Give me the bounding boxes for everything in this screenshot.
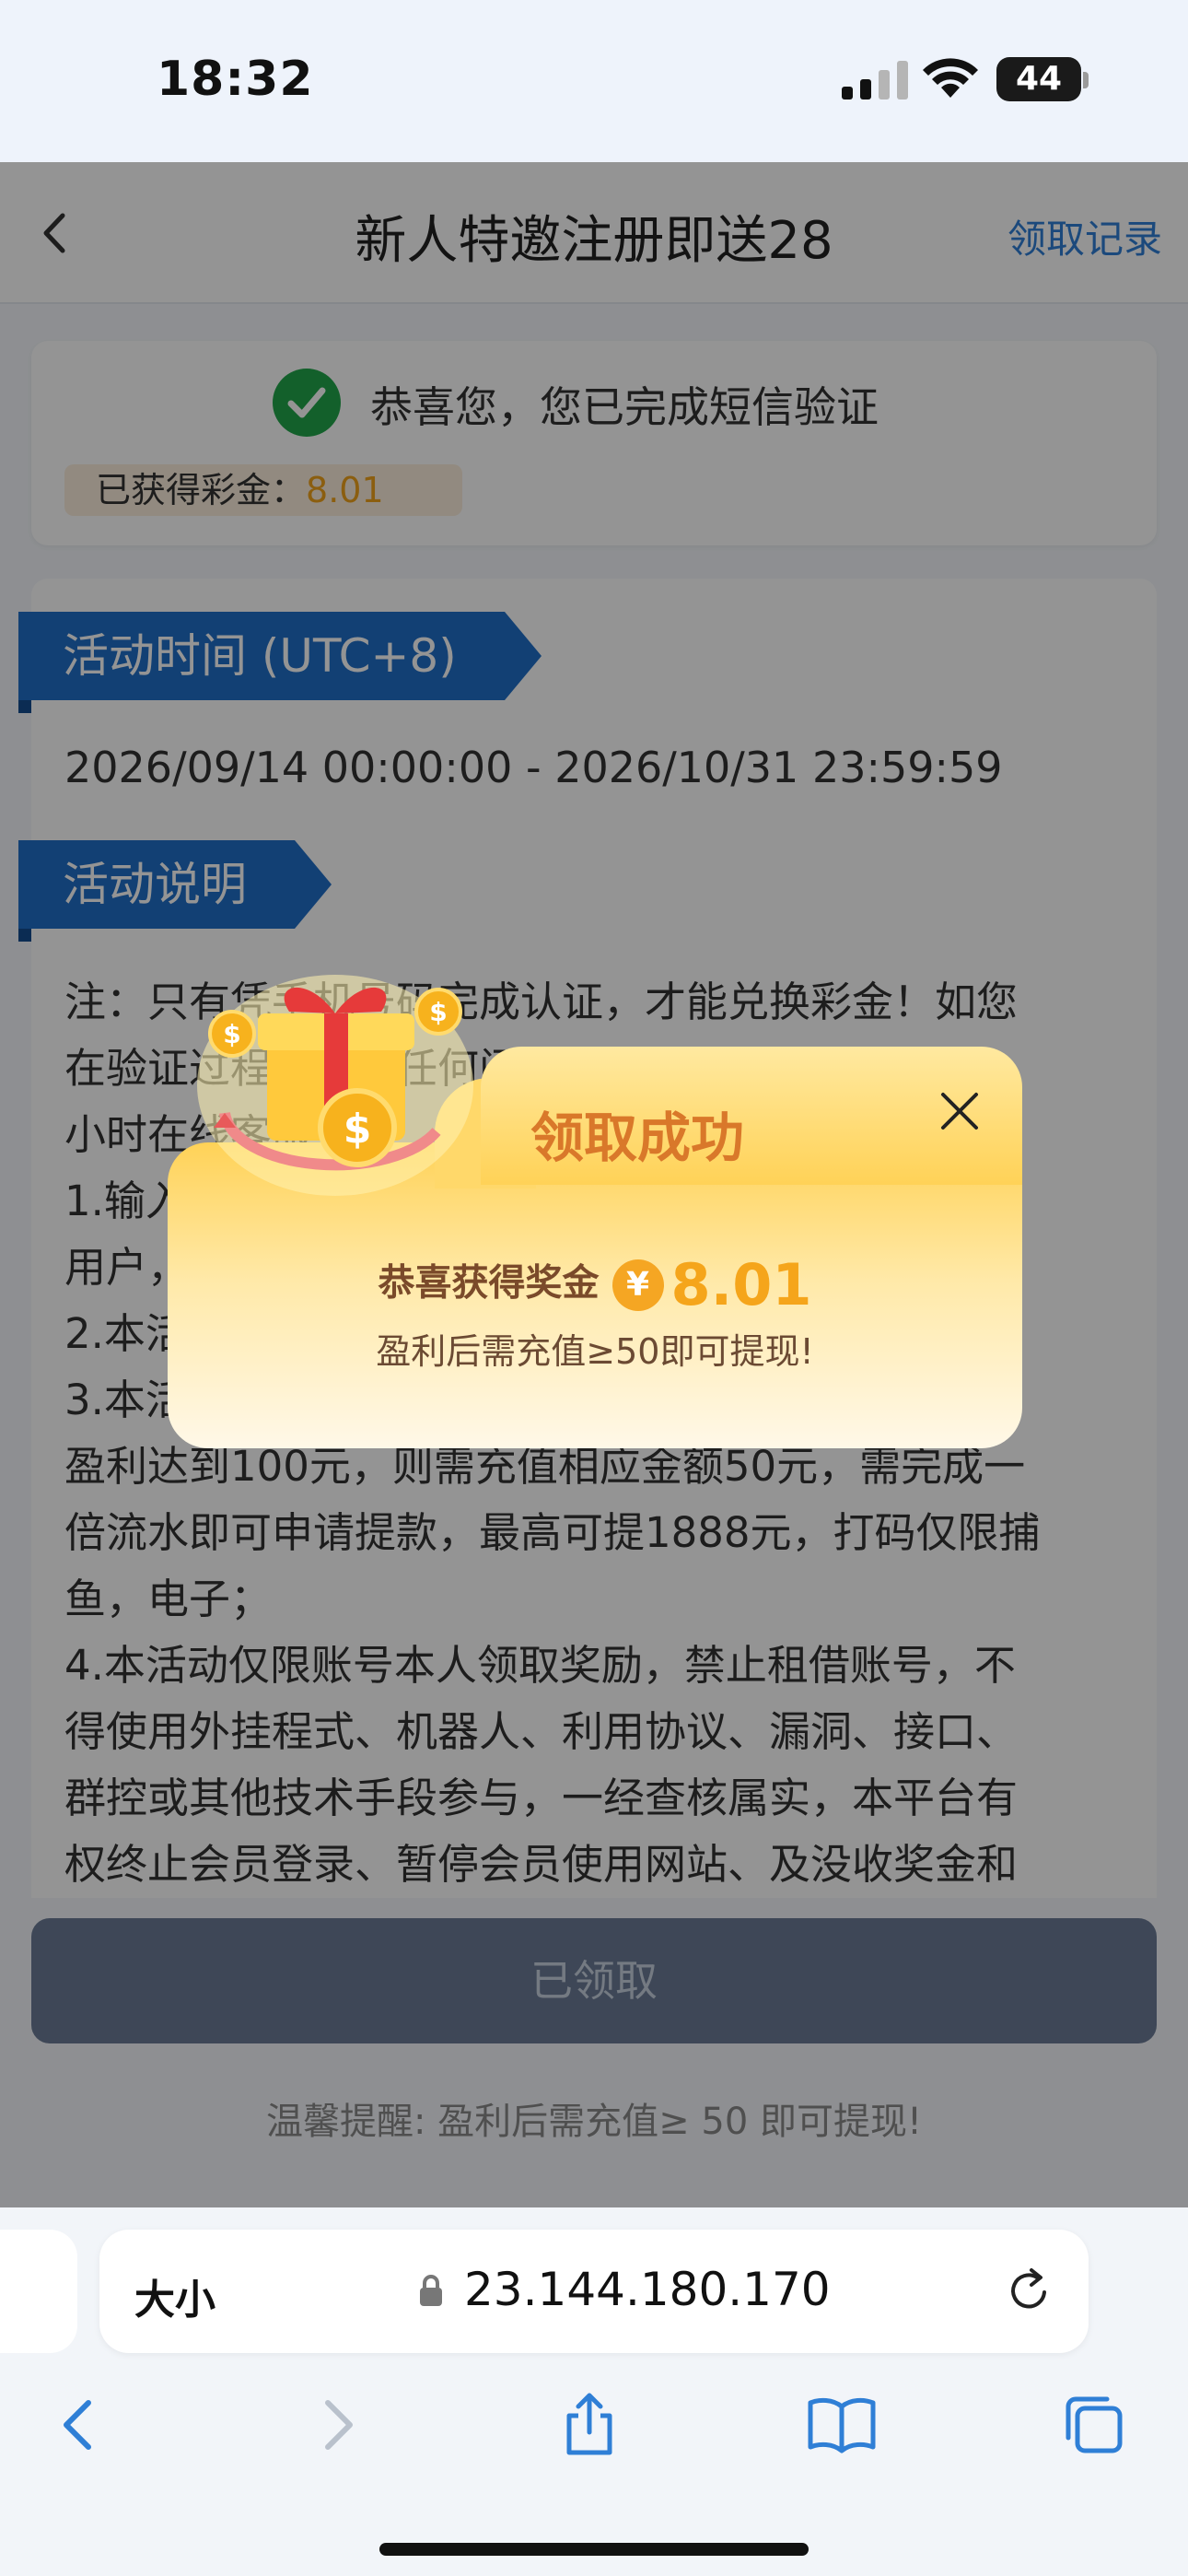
bookmarks-icon[interactable] — [805, 2388, 879, 2462]
battery-icon: 44 — [996, 57, 1081, 101]
gift-box-icon: $ $ $ — [197, 975, 473, 1196]
svg-text:$: $ — [223, 1019, 240, 1049]
svg-text:$: $ — [429, 997, 447, 1027]
home-indicator — [379, 2543, 809, 2556]
cellular-signal-icon — [842, 61, 908, 100]
claim-success-modal: 领取成功 $ $ $ 恭喜获得奖金 ¥8.01 盈利后需充值≥50即可提现! — [168, 975, 1022, 1448]
share-icon[interactable] — [553, 2388, 626, 2462]
modal-title: 领取成功 — [530, 1107, 745, 1169]
withdraw-note: 盈利后需充值≥50即可提现! — [376, 1331, 814, 1372]
yen-coin-icon: ¥ — [611, 1259, 664, 1311]
close-icon[interactable] — [936, 1087, 984, 1135]
url-text: 23.144.180.170 — [464, 2263, 831, 2316]
back-icon[interactable] — [42, 2388, 116, 2462]
status-bar: 18:32 44 — [0, 0, 1188, 162]
status-time: 18:32 — [157, 52, 314, 107]
svg-text:$: $ — [344, 1106, 372, 1153]
forward-icon[interactable] — [300, 2388, 374, 2462]
battery-cap — [1083, 72, 1089, 88]
wifi-icon — [923, 58, 978, 98]
bonus-label: 恭喜获得奖金 — [378, 1261, 600, 1305]
previous-tab-preview[interactable] — [0, 2230, 77, 2353]
bonus-value: 8.01 — [670, 1251, 812, 1318]
bonus-line: 恭喜获得奖金 ¥8.01 — [168, 1251, 1022, 1318]
lock-icon — [420, 2275, 442, 2306]
tabs-icon[interactable] — [1057, 2388, 1131, 2462]
reload-icon[interactable] — [1004, 2265, 1055, 2316]
address-bar[interactable]: 大小 23.144.180.170 — [99, 2230, 1089, 2353]
text-size-button[interactable]: 大小 — [134, 2266, 215, 2325]
browser-toolbar: 大小 23.144.180.170 — [0, 2207, 1188, 2576]
